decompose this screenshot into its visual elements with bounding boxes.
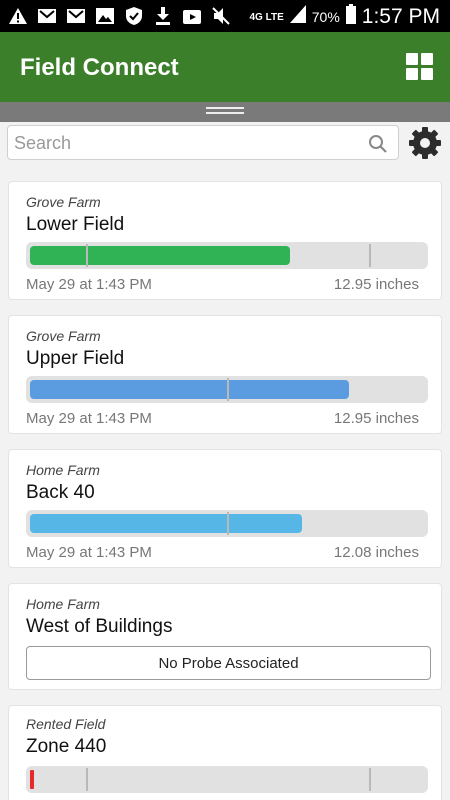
- moisture-bar-fill: [30, 380, 349, 399]
- moisture-bar: [26, 242, 428, 269]
- shield-icon: [124, 6, 144, 26]
- field-name: Back 40: [26, 482, 95, 503]
- threshold-tick: [86, 244, 88, 267]
- threshold-tick: [86, 768, 88, 791]
- field-card[interactable]: Home Farm West of Buildings No Probe Ass…: [8, 583, 442, 690]
- threshold-tick: [369, 244, 371, 267]
- moisture-bar-fill: [30, 514, 302, 533]
- field-name: West of Buildings: [26, 616, 173, 637]
- search-icon[interactable]: [368, 134, 388, 154]
- drag-handle-icon: [206, 107, 244, 117]
- moisture-bar: [26, 376, 428, 403]
- moisture-bar-fill: [30, 246, 290, 265]
- threshold-tick: [227, 378, 229, 401]
- farm-name: Grove Farm: [26, 328, 101, 344]
- reading-amount: 12.95 inches: [333, 410, 419, 427]
- grid-view-icon[interactable]: [406, 53, 434, 81]
- field-card[interactable]: Grove Farm Upper Field May 29 at 1:43 PM…: [8, 315, 442, 434]
- reading-date: May 29 at 1:43 PM: [26, 276, 152, 293]
- field-card[interactable]: Grove Farm Lower Field May 29 at 1:43 PM…: [8, 181, 442, 300]
- app-bar: Field Connect: [0, 32, 450, 102]
- reading-date: May 29 at 1:43 PM: [26, 544, 152, 561]
- field-name: Upper Field: [26, 348, 125, 369]
- threshold-tick: [369, 768, 371, 791]
- farm-name: Rented Field: [26, 716, 106, 732]
- clock: 1:57 PM: [361, 5, 440, 28]
- mute-icon: [211, 6, 231, 26]
- download-icon: [153, 6, 173, 26]
- battery-icon: [345, 4, 356, 30]
- status-bar: 4G LTE 70% 1:57 PM: [0, 0, 450, 32]
- network-type: 4G LTE: [249, 11, 284, 23]
- field-card[interactable]: Rented Field Zone 440: [8, 705, 442, 800]
- reading-amount: 12.08 inches: [333, 544, 419, 561]
- reading-amount: 12.95 inches: [333, 276, 419, 293]
- moisture-bar: [26, 766, 428, 793]
- gmail-icon: [37, 6, 57, 26]
- field-name: Lower Field: [26, 214, 125, 235]
- signal-icon: [289, 5, 306, 29]
- gmail-icon: [66, 6, 86, 26]
- moisture-bar: [26, 510, 428, 537]
- farm-name: Home Farm: [26, 462, 100, 478]
- search-box: [7, 125, 399, 160]
- reading-date: May 29 at 1:43 PM: [26, 410, 152, 427]
- warning-icon: [8, 6, 28, 26]
- app-title: Field Connect: [20, 54, 179, 81]
- search-input[interactable]: [14, 130, 354, 156]
- threshold-tick: [227, 512, 229, 535]
- moisture-bar-fill: [30, 770, 34, 789]
- field-card[interactable]: Home Farm Back 40 May 29 at 1:43 PM 12.0…: [8, 449, 442, 568]
- farm-name: Grove Farm: [26, 194, 101, 210]
- no-probe-button[interactable]: No Probe Associated: [26, 646, 431, 680]
- field-name: Zone 440: [26, 736, 107, 757]
- drawer-handle[interactable]: [0, 102, 450, 122]
- image-icon: [95, 6, 115, 26]
- farm-name: Home Farm: [26, 596, 100, 612]
- media-icon: [182, 6, 202, 26]
- gear-icon[interactable]: [408, 126, 442, 160]
- battery-percent: 70%: [311, 9, 340, 25]
